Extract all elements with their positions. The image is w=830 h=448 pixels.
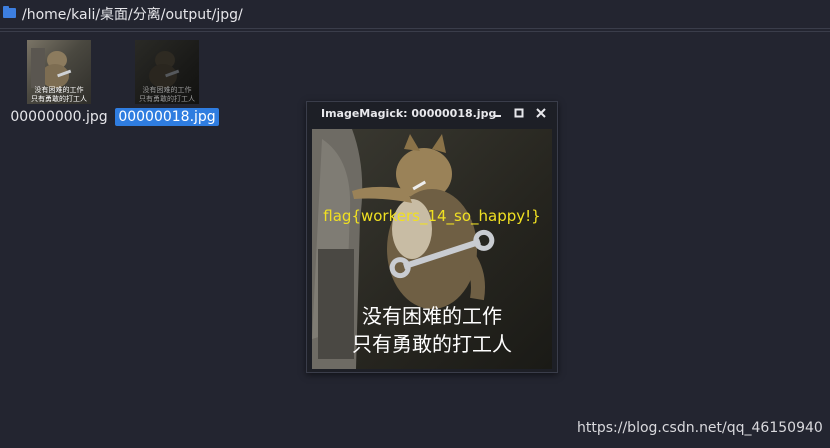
thumb-caption: 只有勇敢的打工人: [31, 95, 87, 103]
folder-icon: [3, 6, 16, 18]
path-text[interactable]: /home/kali/桌面/分离/output/jpg/: [22, 4, 243, 24]
window-title: ImageMagick: 00000018.jpg: [321, 107, 497, 120]
file-thumbnail[interactable]: 没有困难的工作 只有勇敢的打工人: [27, 40, 91, 104]
image-caption: 没有困难的工作 只有勇敢的打工人: [312, 302, 552, 358]
file-name[interactable]: 00000000.jpg: [7, 108, 110, 126]
minimize-icon[interactable]: [490, 105, 506, 121]
maximize-icon[interactable]: [511, 105, 527, 121]
watermark: https://blog.csdn.net/qq_46150940: [577, 420, 823, 436]
file-item[interactable]: 没有困难的工作 只有勇敢的打工人 00000018.jpg: [112, 40, 222, 126]
imagemagick-window[interactable]: ImageMagick: 00000018.jpg flag{workers_1…: [306, 101, 558, 373]
file-item[interactable]: 没有困难的工作 只有勇敢的打工人 00000000.jpg: [4, 40, 114, 126]
caption-line: 没有困难的工作: [362, 304, 502, 328]
file-name-selected[interactable]: 00000018.jpg: [115, 108, 219, 126]
displayed-image: flag{workers_14_so_happy!} 没有困难的工作 只有勇敢的…: [312, 129, 552, 369]
close-icon[interactable]: [533, 105, 549, 121]
caption-line: 只有勇敢的打工人: [352, 332, 512, 356]
path-bar: /home/kali/桌面/分离/output/jpg/: [0, 0, 830, 29]
file-thumbnail[interactable]: 没有困难的工作 只有勇敢的打工人: [135, 40, 199, 104]
thumb-caption: 没有困难的工作: [34, 86, 84, 94]
thumb-caption: 只有勇敢的打工人: [139, 95, 195, 103]
flag-text: flag{workers_14_so_happy!}: [323, 207, 541, 225]
divider: [0, 31, 830, 32]
thumb-caption: 没有困难的工作: [142, 86, 192, 94]
